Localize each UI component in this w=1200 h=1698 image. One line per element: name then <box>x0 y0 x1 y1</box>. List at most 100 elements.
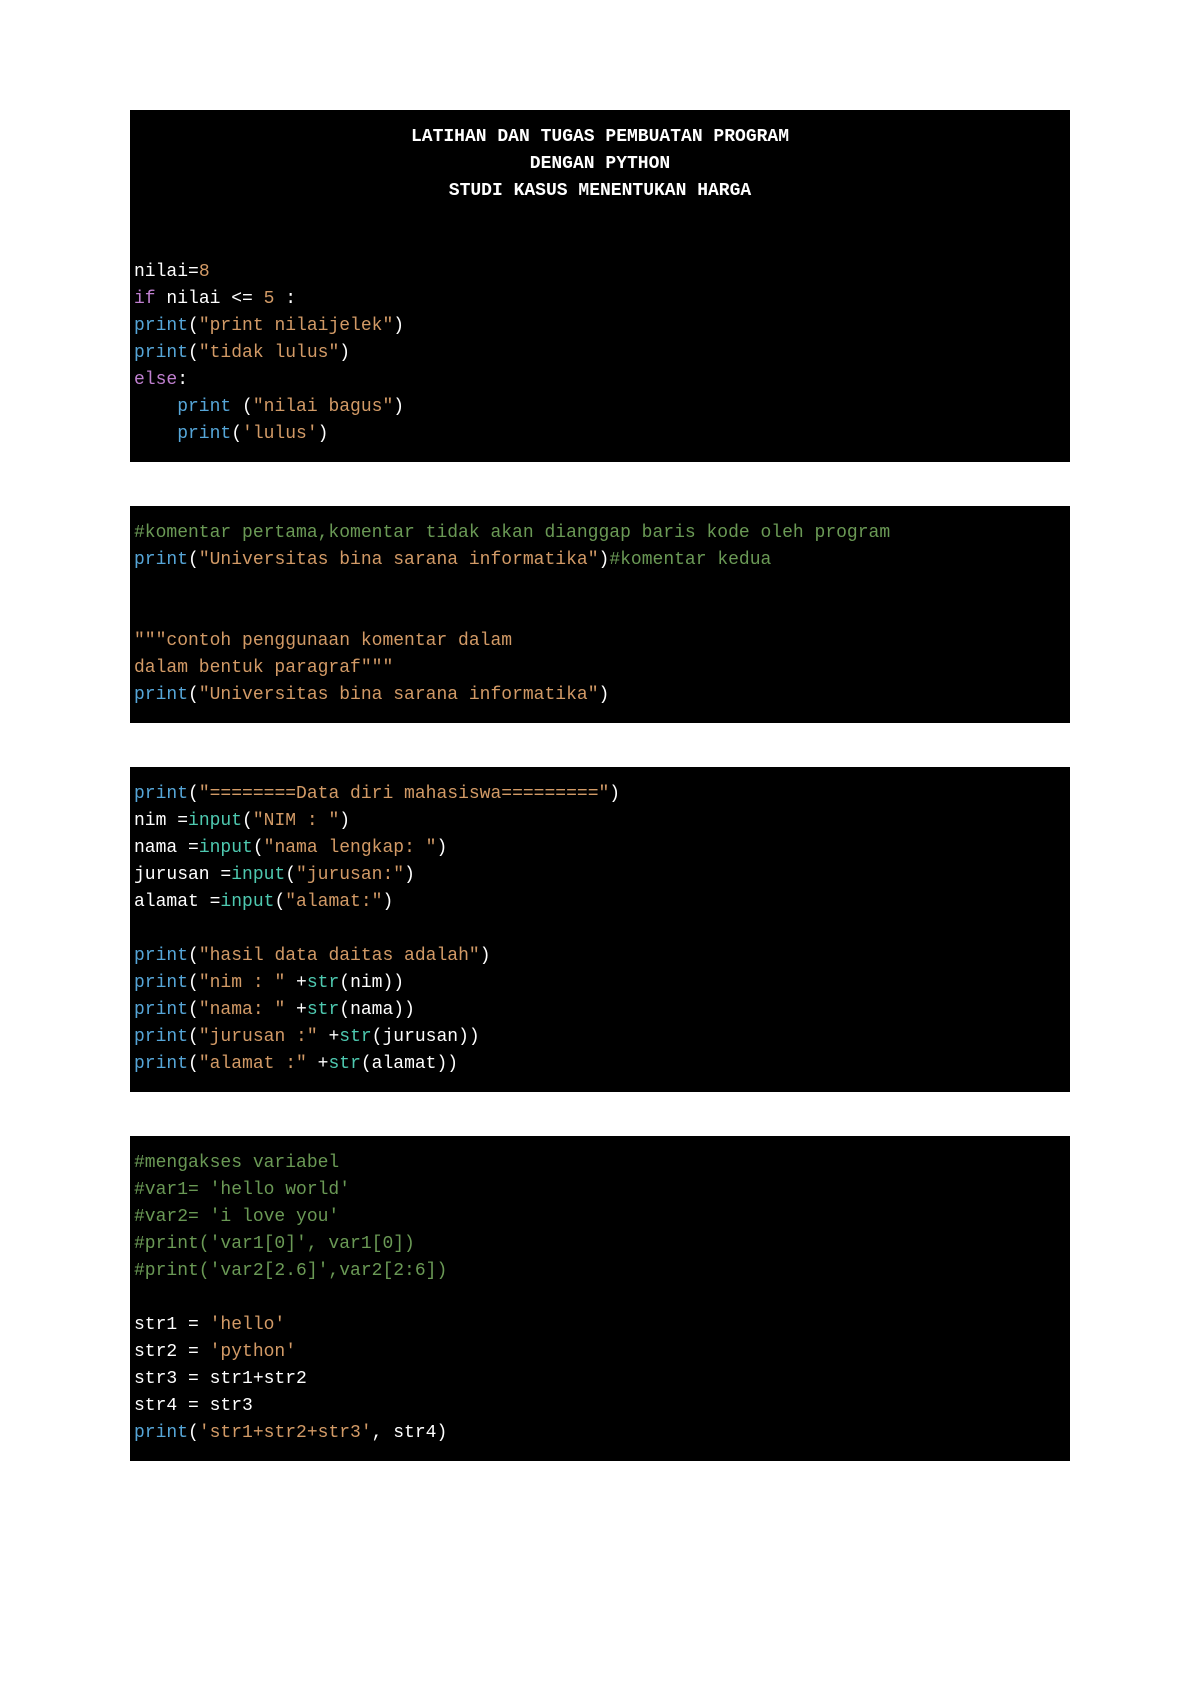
code-string: "nama lengkap: " <box>264 838 437 858</box>
code-text: ) <box>318 424 329 444</box>
code-func: print <box>134 343 188 363</box>
code-string: "alamat :" <box>199 1054 307 1074</box>
code-func: print <box>134 550 188 570</box>
title-line-3: STUDI KASUS MENENTUKAN HARGA <box>134 178 1066 205</box>
code-text: ( <box>188 946 199 966</box>
code-string: "print nilaijelek" <box>199 316 393 336</box>
code-text: ( <box>188 316 199 336</box>
code-text: nilai= <box>134 262 199 282</box>
code-func: print <box>134 973 188 993</box>
code-block-1: LATIHAN DAN TUGAS PEMBUATAN PROGRAMDENGA… <box>130 110 1070 462</box>
code-string: "Universitas bina sarana informatika" <box>199 685 599 705</box>
code-builtin: str <box>307 1000 339 1020</box>
code-text: ( <box>242 397 253 417</box>
code-comment: #print('var2[2.6]',var2[2:6]) <box>134 1261 447 1281</box>
code-text: ( <box>231 424 242 444</box>
code-comment: #mengakses variabel <box>134 1153 339 1173</box>
code-text: str2 = <box>134 1342 210 1362</box>
code-text: str4 = str3 <box>134 1396 253 1416</box>
code-text: ) <box>599 685 610 705</box>
code-number: 5 <box>264 289 275 309</box>
code-comment: #komentar kedua <box>609 550 771 570</box>
code-text: + <box>285 973 307 993</box>
document-page: LATIHAN DAN TUGAS PEMBUATAN PROGRAMDENGA… <box>0 0 1200 1698</box>
code-func: print <box>134 1000 188 1020</box>
code-text: (jurusan)) <box>372 1027 480 1047</box>
code-text: ) <box>393 397 404 417</box>
code-text: (nim)) <box>339 973 404 993</box>
code-builtin: input <box>231 865 285 885</box>
code-string: "nama: " <box>199 1000 285 1020</box>
code-text: ( <box>188 550 199 570</box>
code-builtin: str <box>328 1054 360 1074</box>
code-text: ( <box>188 1054 199 1074</box>
code-text: nama = <box>134 838 199 858</box>
code-keyword: if <box>134 289 156 309</box>
code-text: + <box>307 1054 329 1074</box>
code-string: "========Data diri mahasiswa=========" <box>199 784 609 804</box>
code-comment: #print('var1[0]', var1[0]) <box>134 1234 415 1254</box>
title-line-1: LATIHAN DAN TUGAS PEMBUATAN PROGRAM <box>134 124 1066 151</box>
code-string: 'lulus' <box>242 424 318 444</box>
code-builtin: str <box>307 973 339 993</box>
code-text: nilai <= <box>156 289 264 309</box>
code-text: ( <box>242 811 253 831</box>
code-keyword: else <box>134 370 177 390</box>
code-string: "hasil data daitas adalah" <box>199 946 480 966</box>
code-func: print <box>134 784 188 804</box>
code-text: : <box>274 289 296 309</box>
code-comment: #var1= 'hello world' <box>134 1180 350 1200</box>
code-text: , str4) <box>372 1423 448 1443</box>
code-text: ) <box>599 550 610 570</box>
code-number: 8 <box>199 262 210 282</box>
code-func: print <box>134 424 231 444</box>
code-text: str3 = str1+str2 <box>134 1369 307 1389</box>
code-text: ) <box>339 343 350 363</box>
code-string: 'str1+str2+str3' <box>199 1423 372 1443</box>
code-comment: #var2= 'i love you' <box>134 1207 339 1227</box>
code-text: ) <box>609 784 620 804</box>
code-text: ) <box>404 865 415 885</box>
code-text: ) <box>480 946 491 966</box>
code-text: ( <box>188 784 199 804</box>
code-string: "alamat:" <box>285 892 382 912</box>
title-line-2: DENGAN PYTHON <box>134 151 1066 178</box>
code-string: dalam bentuk paragraf""" <box>134 658 393 678</box>
code-string: 'hello' <box>210 1315 286 1335</box>
code-text: ( <box>188 973 199 993</box>
code-builtin: input <box>220 892 274 912</box>
code-text: (alamat)) <box>361 1054 458 1074</box>
code-text: ( <box>285 865 296 885</box>
code-text: ) <box>393 316 404 336</box>
code-builtin: input <box>199 838 253 858</box>
code-string: 'python' <box>210 1342 296 1362</box>
code-func: print <box>134 397 242 417</box>
code-text: str1 = <box>134 1315 210 1335</box>
code-text: alamat = <box>134 892 220 912</box>
code-text: ( <box>188 1000 199 1020</box>
code-string: "nim : " <box>199 973 285 993</box>
code-text: ( <box>274 892 285 912</box>
code-text: ( <box>188 343 199 363</box>
code-func: print <box>134 1054 188 1074</box>
code-block-2: #komentar pertama,komentar tidak akan di… <box>130 506 1070 723</box>
code-func: print <box>134 1027 188 1047</box>
code-text: ( <box>253 838 264 858</box>
code-text: jurusan = <box>134 865 231 885</box>
code-block-4: #mengakses variabel #var1= 'hello world'… <box>130 1136 1070 1461</box>
code-func: print <box>134 316 188 336</box>
code-text: + <box>285 1000 307 1020</box>
code-func: print <box>134 1423 188 1443</box>
code-text: ) <box>339 811 350 831</box>
code-builtin: str <box>339 1027 371 1047</box>
code-func: print <box>134 946 188 966</box>
code-string: "NIM : " <box>253 811 339 831</box>
code-string: "nilai bagus" <box>253 397 393 417</box>
code-string: "jurusan:" <box>296 865 404 885</box>
code-text: ( <box>188 1027 199 1047</box>
code-text: ) <box>382 892 393 912</box>
code-text: nim = <box>134 811 188 831</box>
code-func: print <box>134 685 188 705</box>
code-text: ) <box>436 838 447 858</box>
code-string: "Universitas bina sarana informatika" <box>199 550 599 570</box>
